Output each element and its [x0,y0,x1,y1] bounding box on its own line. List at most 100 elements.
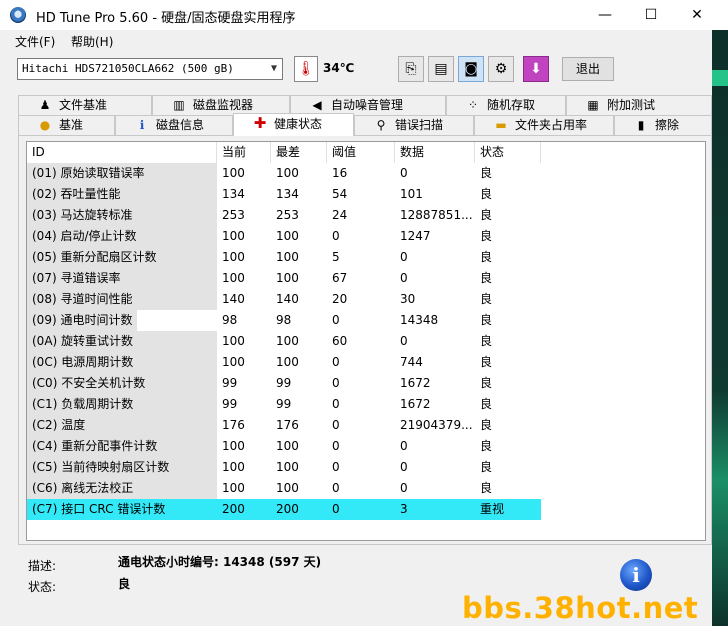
attr-id-cell: (0C) 电源周期计数 [27,352,217,373]
status-cell: 良 [480,292,493,306]
tab-health[interactable]: ✚ 健康状态 [233,113,354,136]
worst-cell: 140 [276,292,299,306]
current-cell: 100 [222,271,245,285]
download-icon[interactable]: ⬇ [523,56,549,82]
health-panel: ID 当前 最差 阈值 数据 状态 (01) 原始读取错误率 100 100 16 0 良… [18,135,712,545]
attr-id-cell: (C1) 负载周期计数 [27,394,217,415]
exit-button[interactable]: 退出 [562,57,614,81]
table-row[interactable]: (0C) 电源周期计数 100 100 0 744 良 [27,352,705,373]
attr-id-cell: (04) 启动/停止计数 [27,226,217,247]
close-button[interactable]: ✕ [674,0,720,30]
smart-table[interactable]: ID 当前 最差 阈值 数据 状态 (01) 原始读取错误率 100 100 16 0 良… [26,141,706,541]
status-cell: 良 [480,439,493,453]
disk-tools-icon[interactable]: ⚙ [488,56,514,82]
attr-id-cell: (02) 吞吐量性能 [27,184,217,205]
info-icon[interactable]: i [620,559,652,591]
attr-id-cell: (09) 通电时间计数 [27,310,137,331]
data-cell: 1247 [400,229,431,243]
data-cell: 14348 [400,313,439,327]
tab-disk-monitor[interactable]: ▥ 磁盘监视器 [152,95,290,115]
threshold-cell: 60 [332,334,348,348]
current-cell: 100 [222,166,245,180]
tab-extra-tests[interactable]: ▦ 附加测试 [566,95,712,115]
description-value: 通电状态小时编号: 14348 (597 天) [118,555,322,569]
table-row[interactable]: (C6) 离线无法校正 100 100 0 0 良 [27,478,705,499]
camera-icon[interactable]: ◙ [458,56,484,82]
tab-folder-usage[interactable]: ▬ 文件夹占用率 [474,115,614,135]
tab-benchmark[interactable]: ● 基准 [18,115,115,135]
column-header[interactable]: 阈值 [327,142,395,163]
status-cell: 良 [480,250,493,264]
minimize-button[interactable]: — [582,0,628,30]
drive-select-value: Hitachi HDS721050CLA662 (500 gB) [22,62,234,75]
table-row[interactable]: (C7) 接口 CRC 错误计数 200 200 0 3 重视 [27,499,705,520]
status-cell: 良 [480,271,493,285]
tab-disk-info[interactable]: ℹ 磁盘信息 [115,115,233,135]
menu-file[interactable]: 文件(F) [15,33,55,50]
worst-cell: 100 [276,166,299,180]
table-row[interactable]: (C2) 温度 176 176 0 21904379... 良 [27,415,705,436]
data-cell: 0 [400,334,408,348]
attr-id-cell: (C6) 离线无法校正 [27,478,217,499]
tab-error-scan[interactable]: ⚲ 错误扫描 [354,115,474,135]
threshold-cell: 0 [332,418,340,432]
status-cell: 良 [480,418,493,432]
data-cell: 1672 [400,397,431,411]
table-row[interactable]: (01) 原始读取错误率 100 100 16 0 良 [27,163,705,184]
thermometer-icon: 🌡 [294,56,318,82]
status-cell: 良 [480,187,493,201]
status-cell: 良 [480,166,493,180]
worst-cell: 100 [276,229,299,243]
current-cell: 100 [222,460,245,474]
table-row[interactable]: (05) 重新分配扇区计数 100 100 5 0 良 [27,247,705,268]
attr-id-cell: (05) 重新分配扇区计数 [27,247,217,268]
threshold-cell: 54 [332,187,348,201]
menu-help[interactable]: 帮助(H) [71,33,113,50]
background-app-strip [712,30,728,626]
data-cell: 0 [400,481,408,495]
copy-screen-icon[interactable]: ▤ [428,56,454,82]
column-header[interactable]: 当前 [217,142,271,163]
column-header[interactable]: 状态 [475,142,541,163]
status-cell: 良 [480,481,493,495]
table-row[interactable]: (09) 通电时间计数 98 98 0 14348 良 [27,310,705,331]
current-cell: 100 [222,334,245,348]
table-row[interactable]: (07) 寻道错误率 100 100 67 0 良 [27,268,705,289]
table-row[interactable]: (C0) 不安全关机计数 99 99 0 1672 良 [27,373,705,394]
threshold-cell: 0 [327,499,395,520]
column-header[interactable]: ID [27,142,217,163]
data-cell: 744 [400,355,423,369]
table-row[interactable]: (08) 寻道时间性能 140 140 20 30 良 [27,289,705,310]
tab-erase[interactable]: ▮ 擦除 [614,115,712,135]
data-cell: 101 [400,187,423,201]
drive-select[interactable]: Hitachi HDS721050CLA662 (500 gB) ▼ [17,58,283,80]
table-row[interactable]: (C5) 当前待映射扇区计数 100 100 0 0 良 [27,457,705,478]
table-row[interactable]: (C1) 负载周期计数 99 99 0 1672 良 [27,394,705,415]
app-disk-icon [10,7,26,23]
table-row[interactable]: (03) 马达旋转标准 253 253 24 12887851... 良 [27,205,705,226]
tab-file-benchmark[interactable]: ♟ 文件基准 [18,95,152,115]
tab-random-access[interactable]: ⁘ 随机存取 [446,95,566,115]
copy-text-icon[interactable]: ⎘ [398,56,424,82]
table-row[interactable]: (C4) 重新分配事件计数 100 100 0 0 良 [27,436,705,457]
threshold-cell: 0 [332,439,340,453]
worst-cell: 200 [271,499,327,520]
threshold-cell: 0 [332,397,340,411]
status-cell: 良 [480,208,493,222]
status-cell: 良 [480,313,493,327]
current-cell: 100 [222,229,245,243]
worst-cell: 253 [276,208,299,222]
scatter-icon: ⁘ [467,98,479,112]
maximize-button[interactable]: ☐ [628,0,674,30]
table-row[interactable]: (04) 启动/停止计数 100 100 0 1247 良 [27,226,705,247]
column-header[interactable]: 最差 [271,142,327,163]
table-row[interactable]: (0A) 旋转重试计数 100 100 60 0 良 [27,331,705,352]
column-header[interactable]: 数据 [395,142,475,163]
threshold-cell: 24 [332,208,348,222]
tab-aam[interactable]: ◀ 自动噪音管理 [290,95,446,115]
current-cell: 100 [222,481,245,495]
data-cell: 21904379... [400,418,473,432]
status-cell: 良 [480,397,493,411]
table-row[interactable]: (02) 吞吐量性能 134 134 54 101 良 [27,184,705,205]
current-cell: 99 [222,376,238,390]
